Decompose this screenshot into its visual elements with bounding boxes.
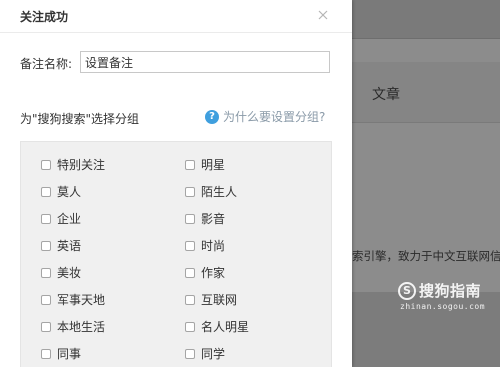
question-icon: ? bbox=[205, 109, 219, 124]
background-description-snippet: 索引擎，致力于中文互联网信 bbox=[352, 249, 500, 263]
group-select-prompt: 为"搜狗搜索"选择分组 bbox=[20, 112, 140, 126]
group-label: 作家 bbox=[201, 266, 226, 280]
checkbox-icon[interactable] bbox=[41, 294, 51, 305]
checkbox-icon[interactable] bbox=[41, 348, 51, 359]
checkbox-icon[interactable] bbox=[185, 267, 195, 278]
watermark-domain: zhinan.sogou.com bbox=[400, 302, 486, 311]
checkbox-icon[interactable] bbox=[41, 240, 51, 251]
group-label: 美妆 bbox=[57, 266, 82, 280]
group-label: 莫人 bbox=[57, 185, 82, 199]
group-label: 时尚 bbox=[201, 239, 226, 253]
checkbox-icon[interactable] bbox=[185, 240, 195, 251]
checkbox-icon[interactable] bbox=[185, 321, 195, 332]
close-icon[interactable] bbox=[316, 8, 330, 22]
checkbox-icon[interactable] bbox=[41, 159, 51, 170]
group-checkbox[interactable]: 互联网 bbox=[185, 291, 237, 308]
group-checkbox[interactable]: 企业 bbox=[41, 210, 81, 227]
checkbox-icon[interactable] bbox=[41, 267, 51, 278]
group-label: 陌生人 bbox=[201, 185, 238, 199]
group-label: 同学 bbox=[201, 347, 226, 361]
checkbox-icon[interactable] bbox=[185, 159, 195, 170]
follow-success-dialog: 关注成功 备注名称: 为"搜狗搜索"选择分组 ? 为什么要设置分组? 特别关注 … bbox=[0, 0, 352, 367]
sogou-logo-icon: S bbox=[398, 281, 416, 300]
background-header-band bbox=[352, 0, 500, 38]
remark-name-input[interactable] bbox=[80, 51, 330, 73]
why-set-group-link[interactable]: ? 为什么要设置分组? bbox=[205, 108, 325, 125]
group-label: 特别关注 bbox=[57, 158, 106, 172]
watermark-brand: 搜狗指南 bbox=[419, 282, 482, 300]
group-checkbox[interactable]: 特别关注 bbox=[41, 156, 105, 173]
watermark: S 搜狗指南 zhinan.sogou.com bbox=[398, 280, 485, 311]
group-label: 同事 bbox=[57, 347, 82, 361]
group-checkbox[interactable]: 明星 bbox=[185, 156, 225, 173]
group-checkbox[interactable]: 同学 bbox=[185, 345, 225, 362]
group-label: 本地生活 bbox=[57, 320, 106, 334]
group-label: 企业 bbox=[57, 212, 82, 226]
group-label: 名人明星 bbox=[201, 320, 250, 334]
group-checkbox[interactable]: 莫人 bbox=[41, 183, 81, 200]
group-checkbox[interactable]: 作家 bbox=[185, 264, 225, 281]
group-checkbox[interactable]: 陌生人 bbox=[185, 183, 237, 200]
group-list: 特别关注 明星 莫人 陌生人 企业 影音 英语 时尚 美妆 作家 军事天地 互联… bbox=[20, 141, 332, 367]
group-checkbox[interactable]: 时尚 bbox=[185, 237, 225, 254]
group-checkbox[interactable]: 美妆 bbox=[41, 264, 81, 281]
checkbox-icon[interactable] bbox=[185, 213, 195, 224]
background-tab-articles: 文章 bbox=[372, 87, 400, 103]
group-checkbox[interactable]: 英语 bbox=[41, 237, 81, 254]
remark-name-label: 备注名称: bbox=[20, 57, 73, 71]
group-label: 军事天地 bbox=[57, 293, 106, 307]
checkbox-icon[interactable] bbox=[185, 348, 195, 359]
checkbox-icon[interactable] bbox=[41, 213, 51, 224]
group-label: 英语 bbox=[57, 239, 82, 253]
checkbox-icon[interactable] bbox=[185, 294, 195, 305]
checkbox-icon[interactable] bbox=[41, 321, 51, 332]
background-divider bbox=[352, 38, 500, 39]
checkbox-icon[interactable] bbox=[185, 186, 195, 197]
group-checkbox[interactable]: 名人明星 bbox=[185, 318, 249, 335]
dialog-title: 关注成功 bbox=[20, 10, 69, 24]
group-label: 影音 bbox=[201, 212, 226, 226]
group-label: 互联网 bbox=[201, 293, 238, 307]
group-checkbox[interactable]: 影音 bbox=[185, 210, 225, 227]
group-checkbox[interactable]: 本地生活 bbox=[41, 318, 105, 335]
dialog-header: 关注成功 bbox=[0, 0, 352, 33]
group-checkbox[interactable]: 军事天地 bbox=[41, 291, 105, 308]
group-checkbox[interactable]: 同事 bbox=[41, 345, 81, 362]
group-label: 明星 bbox=[201, 158, 226, 172]
checkbox-icon[interactable] bbox=[41, 186, 51, 197]
why-set-group-text: 为什么要设置分组? bbox=[223, 110, 326, 124]
